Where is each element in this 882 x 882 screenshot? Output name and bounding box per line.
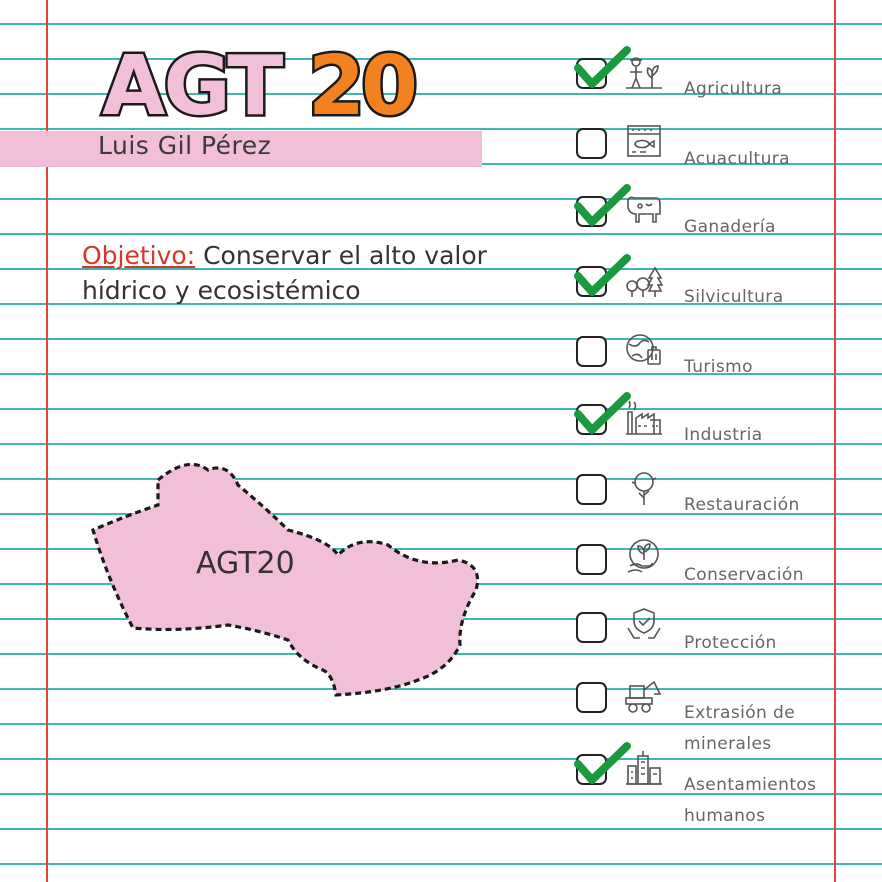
tree-hand-icon [631,472,657,505]
sector-label-line2: humanos [684,806,766,826]
checkbox[interactable] [576,474,607,505]
excavator-icon [625,680,662,713]
sector-label: Industria [684,425,763,445]
sector-label: Conservación [684,565,804,585]
sector-label: Restauración [684,495,800,515]
title-letters: AGT [102,39,283,128]
farmer-icon [626,57,662,89]
area-map: AGT20 [88,460,488,709]
sector-label: Asentamientos humanos [684,770,816,832]
page-title: AGT 20 [98,37,458,137]
sector-label: Silvicultura [684,287,784,307]
sector-item-conservacion[interactable]: Conservación [574,536,874,606]
sector-label-line1: Asentamientos [684,775,817,795]
sector-item-proteccion[interactable]: Protección [574,604,874,674]
trees-icon [626,266,664,297]
cow-icon [627,196,661,223]
sector-item-industria[interactable]: Industria [574,392,874,466]
objective-label: Objetivo: [82,241,196,270]
sector-label: Ganadería [684,217,776,237]
objective: Objetivo: Conservar el alto valor hídric… [82,238,502,308]
sector-label: Acuacultura [684,149,790,169]
factory-icon [626,400,662,435]
title-number: 20 [308,39,415,128]
sector-item-turismo[interactable]: Turismo [574,328,874,398]
sector-item-restauracion[interactable]: Restauración [574,466,874,536]
sector-item-ganaderia[interactable]: Ganadería [574,184,874,258]
checkbox[interactable] [576,128,607,159]
sector-checklist: Agricultura Acuacultura Ganadería Silvic… [574,46,874,850]
sector-item-silvicultura[interactable]: Silvicultura [574,254,874,328]
sector-label: Agricultura [684,79,783,99]
checkbox[interactable] [576,336,607,367]
sector-label: Protección [684,633,777,653]
checkbox[interactable] [576,544,607,575]
fish-tank-icon [627,125,661,157]
sector-label-line1: Extrasión de [684,703,796,723]
author-name: Luis Gil Pérez [98,131,272,160]
city-icon [626,751,662,785]
sector-item-asentamientos-humanos[interactable]: Asentamientos humanos [574,742,874,836]
sector-item-acuacultura[interactable]: Acuacultura [574,120,874,190]
area-label: AGT20 [196,546,295,581]
checkbox[interactable] [576,612,607,643]
sector-label: Turismo [684,357,753,377]
plant-hand-icon [627,539,659,573]
checkbox[interactable] [576,682,607,713]
globe-luggage-icon [626,334,661,365]
sector-item-agricultura[interactable]: Agricultura [574,46,874,120]
shield-hands-icon [627,608,661,639]
